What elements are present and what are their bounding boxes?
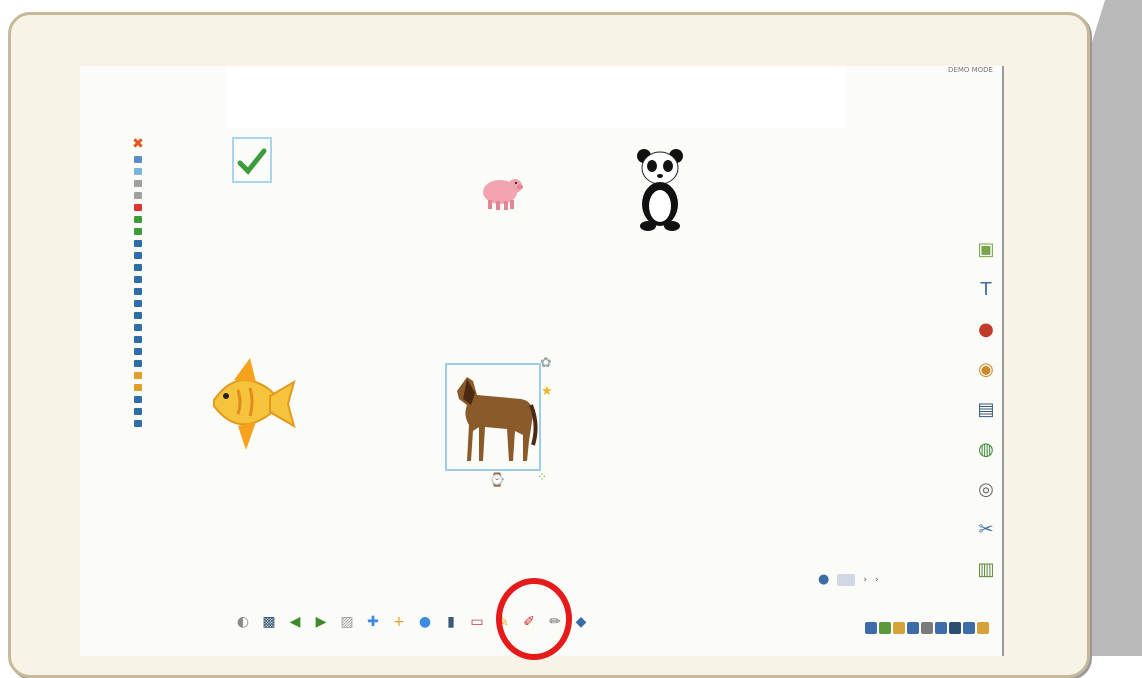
image-library-icon[interactable]: ▣ — [975, 234, 997, 264]
copy-icon-glyph — [134, 179, 142, 187]
snap-icon-glyph — [134, 335, 142, 343]
hand-icon[interactable] — [132, 418, 144, 428]
marker-icon-glyph — [134, 383, 142, 391]
zoom-icon[interactable] — [132, 406, 144, 416]
grid-icon[interactable] — [132, 322, 144, 332]
text-icon-glyph — [134, 359, 142, 367]
layer-down-icon-glyph — [134, 263, 142, 271]
capture-icon[interactable]: ▨ — [336, 611, 358, 633]
resize-handle-icon[interactable]: ⁘ — [537, 470, 548, 484]
layer-down-icon[interactable] — [132, 262, 144, 272]
tools-icon[interactable]: ✂ — [975, 514, 997, 544]
flip-icon[interactable] — [132, 298, 144, 308]
zoom-icon-glyph — [134, 407, 142, 415]
copy-icon[interactable] — [132, 178, 144, 188]
snap-icon[interactable] — [132, 334, 144, 344]
mini-tool-icon-9[interactable] — [977, 622, 989, 634]
eraser-icon[interactable]: ▭ — [466, 611, 488, 633]
selected-horse-frame[interactable] — [445, 363, 541, 471]
corner-label: DEMO MODE — [948, 66, 993, 74]
star-icon[interactable]: ★ — [541, 384, 553, 399]
hand-icon-glyph — [134, 419, 142, 427]
undo-icon[interactable] — [132, 214, 144, 224]
ruler-icon-glyph — [134, 395, 142, 403]
title-bar — [225, 66, 847, 128]
gear-icon[interactable]: ✿ — [540, 355, 552, 371]
left-toolbar: ✖ — [128, 136, 148, 428]
redo-icon[interactable] — [132, 226, 144, 236]
rotate-icon[interactable] — [132, 310, 144, 320]
lock-icon-glyph — [134, 347, 142, 355]
page-indicator-icon[interactable]: ● — [818, 572, 829, 587]
highlight-icon-glyph — [134, 371, 142, 379]
group-icon-glyph — [134, 275, 142, 283]
align-icon[interactable] — [132, 238, 144, 248]
mini-tool-icon-7[interactable] — [949, 622, 961, 634]
audio-icon[interactable]: ◉ — [975, 354, 997, 384]
record-icon[interactable]: ● — [975, 314, 997, 344]
group-icon[interactable] — [132, 274, 144, 284]
forward-icon[interactable]: ▶ — [310, 611, 332, 633]
page-icon[interactable] — [132, 190, 144, 200]
text-tool-icon[interactable]: T — [975, 274, 997, 304]
check-icon — [237, 148, 267, 175]
mini-tool-icon-3[interactable] — [893, 622, 905, 634]
horse-image — [457, 377, 538, 461]
webcam-icon[interactable]: ◎ — [975, 474, 997, 504]
fill-icon[interactable]: ◆ — [570, 611, 592, 633]
web-icon[interactable]: ◍ — [975, 434, 997, 464]
selected-object[interactable] — [232, 137, 272, 183]
select-icon[interactable] — [132, 154, 144, 164]
back-icon[interactable]: ◀ — [284, 611, 306, 633]
text-icon[interactable] — [132, 358, 144, 368]
new-page-icon[interactable]: ✚ — [362, 611, 384, 633]
bottom-right-toolbar — [865, 622, 989, 634]
mini-tool-icon-4[interactable] — [907, 622, 919, 634]
undo-icon-glyph — [134, 215, 142, 223]
clear-icon[interactable]: ▮ — [440, 611, 462, 633]
mini-tool-icon-1[interactable] — [865, 622, 877, 634]
grid-icon-glyph — [134, 323, 142, 331]
monitor-icon[interactable] — [837, 573, 856, 586]
flip-icon-glyph — [134, 299, 142, 307]
trash-icon[interactable]: ▥ — [975, 554, 997, 584]
highlight-circle — [496, 578, 572, 660]
highlight-icon[interactable] — [132, 370, 144, 380]
delete-icon-glyph — [134, 203, 142, 211]
next-page-arrow[interactable]: › — [863, 575, 867, 585]
layer-up-icon[interactable] — [132, 250, 144, 260]
panda-image[interactable] — [634, 148, 686, 232]
rotate-handle-icon[interactable]: ⌚ — [489, 473, 505, 488]
redo-icon-glyph — [134, 227, 142, 235]
add-page-icon[interactable]: + — [388, 611, 410, 633]
select-icon-glyph — [134, 155, 142, 163]
pen-icon[interactable] — [132, 166, 144, 176]
pen-icon-glyph — [134, 167, 142, 175]
right-toolbar: ▣ T ● ◉ ▤ ◍ ◎ ✂ ▥ — [975, 234, 999, 584]
fish-image[interactable] — [204, 356, 296, 452]
mini-tool-icon-8[interactable] — [963, 622, 975, 634]
mini-tool-icon-5[interactable] — [921, 622, 933, 634]
lock-icon[interactable] — [132, 346, 144, 356]
ungroup-icon[interactable] — [132, 286, 144, 296]
video-icon[interactable]: ▤ — [975, 394, 997, 424]
mini-tool-icon-2[interactable] — [879, 622, 891, 634]
last-page-arrow[interactable]: › — [875, 575, 879, 585]
speaker-icon[interactable]: ◐ — [232, 611, 254, 633]
delete-icon[interactable] — [132, 202, 144, 212]
page-sorter-icon[interactable]: ● — [414, 611, 436, 633]
layer-up-icon-glyph — [134, 251, 142, 259]
mini-tool-icon-6[interactable] — [935, 622, 947, 634]
page-icon-glyph — [134, 191, 142, 199]
screen-icon[interactable]: ▩ — [258, 611, 280, 633]
align-icon-glyph — [134, 239, 142, 247]
close-icon[interactable]: ✖ — [132, 136, 144, 152]
ungroup-icon-glyph — [134, 287, 142, 295]
rotate-icon-glyph — [134, 311, 142, 319]
ruler-icon[interactable] — [132, 394, 144, 404]
pig-image[interactable] — [478, 170, 524, 212]
marker-icon[interactable] — [132, 382, 144, 392]
page-navigation: ● › › — [818, 572, 879, 587]
